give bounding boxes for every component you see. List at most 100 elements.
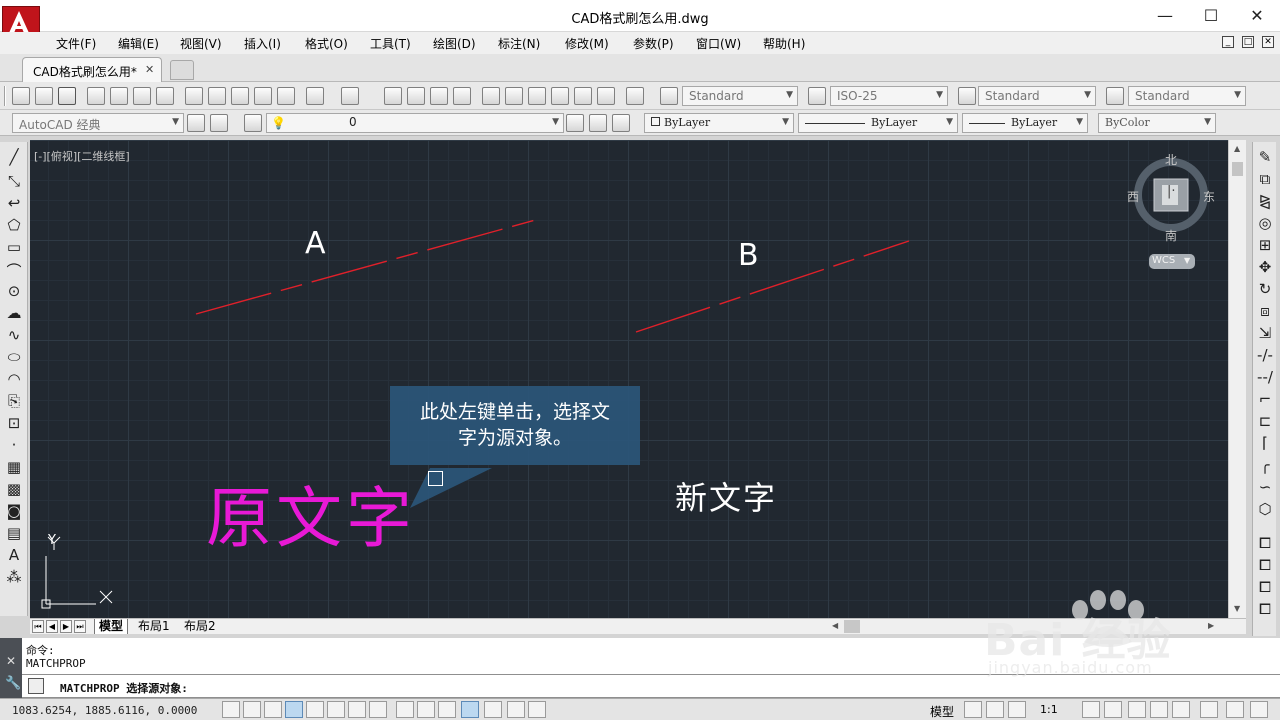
offset-icon[interactable]: ◎ bbox=[1256, 214, 1274, 232]
menu-parameters[interactable]: 参数(P) bbox=[633, 35, 674, 52]
toolbar-grip[interactable] bbox=[4, 86, 6, 106]
blend-curves-icon[interactable]: ∽ bbox=[1256, 478, 1274, 496]
quick-view-layouts-icon[interactable] bbox=[964, 701, 982, 718]
send-to-back-icon[interactable]: ⧠ bbox=[1256, 578, 1274, 596]
source-text-object[interactable]: 原文字 bbox=[206, 465, 416, 561]
compass-north[interactable]: 北 bbox=[1165, 151, 1177, 168]
menu-tools[interactable]: 工具(T) bbox=[370, 35, 411, 52]
add-selected-icon[interactable]: ⁂ bbox=[5, 568, 23, 586]
grid-display-toggle[interactable] bbox=[264, 701, 282, 718]
3d-object-snap-toggle[interactable] bbox=[348, 701, 366, 718]
layer-states-icon[interactable] bbox=[612, 114, 630, 132]
markup-icon[interactable] bbox=[574, 87, 592, 105]
ellipse-icon[interactable]: ⬭ bbox=[5, 348, 23, 366]
polar-tracking-toggle[interactable] bbox=[306, 701, 324, 718]
command-line[interactable]: MATCHPROP 选择源对象: bbox=[22, 674, 1280, 698]
close-button[interactable]: ✕ bbox=[1234, 2, 1280, 28]
spline-icon[interactable]: ∿ bbox=[5, 326, 23, 344]
target-text-object[interactable]: 新文字 bbox=[675, 473, 777, 519]
cursor-coordinates[interactable]: 1083.6254, 1885.6116, 0.0000 bbox=[12, 704, 197, 717]
isolate-objects-lightbulb-icon[interactable] bbox=[1200, 701, 1218, 718]
infer-constraints-toggle[interactable] bbox=[222, 701, 240, 718]
menu-dimension[interactable]: 标注(N) bbox=[498, 35, 540, 52]
tab-model[interactable]: 模型 bbox=[94, 619, 129, 634]
move-icon[interactable]: ✥ bbox=[1256, 258, 1274, 276]
polygon-icon[interactable]: ⬠ bbox=[5, 216, 23, 234]
ortho-mode-toggle[interactable] bbox=[285, 701, 303, 718]
text-style-icon[interactable] bbox=[660, 87, 678, 105]
copy-icon[interactable] bbox=[208, 87, 226, 105]
gradient-icon[interactable]: ▩ bbox=[5, 480, 23, 498]
match-properties-icon[interactable] bbox=[254, 87, 272, 105]
revision-cloud-icon[interactable]: ☁ bbox=[5, 304, 23, 322]
undo-icon[interactable] bbox=[306, 87, 324, 105]
annotation-monitor-toggle[interactable] bbox=[528, 701, 546, 718]
menu-view[interactable]: 视图(V) bbox=[180, 35, 222, 52]
polyline-icon[interactable]: ↩ bbox=[5, 194, 23, 212]
annotation-visibility-icon[interactable] bbox=[1082, 701, 1100, 718]
menu-edit[interactable]: 编辑(E) bbox=[118, 35, 159, 52]
line-icon[interactable]: ╱ bbox=[5, 148, 23, 166]
tab-layout2[interactable]: 布局2 bbox=[180, 619, 220, 634]
layer-properties-icon[interactable] bbox=[244, 114, 262, 132]
table-icon[interactable]: ▤ bbox=[5, 524, 23, 542]
zoom-previous-icon[interactable] bbox=[453, 87, 471, 105]
stretch-icon[interactable]: ⇲ bbox=[1256, 324, 1274, 342]
annotation-scale-select[interactable]: 1:1 bbox=[1040, 703, 1058, 716]
rectangle-icon[interactable]: ▭ bbox=[5, 238, 23, 256]
last-layout-icon[interactable]: ⏭ bbox=[74, 620, 86, 633]
minimize-button[interactable]: — bbox=[1142, 2, 1188, 28]
region-icon[interactable]: ◙ bbox=[5, 502, 23, 520]
selection-cycling-toggle[interactable] bbox=[507, 701, 525, 718]
compass-east[interactable]: 东 bbox=[1203, 188, 1215, 205]
multileader-style-select[interactable]: Standard ▼ bbox=[1128, 86, 1246, 106]
layer-select[interactable]: 💡 0 ▼ bbox=[266, 113, 564, 133]
workspace-switching-gear-icon[interactable] bbox=[1128, 701, 1146, 718]
design-center-icon[interactable] bbox=[505, 87, 523, 105]
cut-icon[interactable] bbox=[185, 87, 203, 105]
dashed-line-a[interactable] bbox=[195, 218, 540, 315]
block-editor-icon[interactable] bbox=[277, 87, 295, 105]
dimension-style-select[interactable]: ISO-25 ▼ bbox=[830, 86, 948, 106]
bring-above-icon[interactable]: ⧠ bbox=[1256, 600, 1274, 618]
snap-mode-toggle[interactable] bbox=[243, 701, 261, 718]
maximize-button[interactable]: ☐ bbox=[1188, 2, 1234, 28]
transparency-toggle[interactable] bbox=[461, 701, 479, 718]
draw-order-icon[interactable]: ⧠ bbox=[1256, 534, 1274, 552]
trim-icon[interactable]: -/- bbox=[1256, 346, 1274, 364]
help-icon[interactable] bbox=[626, 87, 644, 105]
make-current-layer-icon[interactable] bbox=[566, 114, 584, 132]
3d-dwf-icon[interactable] bbox=[156, 87, 174, 105]
zoom-window-icon[interactable] bbox=[430, 87, 448, 105]
properties-icon[interactable] bbox=[482, 87, 500, 105]
new-file-icon[interactable] bbox=[12, 87, 30, 105]
scroll-up-arrow-icon[interactable]: ▲ bbox=[1234, 144, 1240, 153]
pan-hand-icon[interactable] bbox=[384, 87, 402, 105]
mirror-icon[interactable]: ⧎ bbox=[1256, 192, 1274, 210]
dimension-style-icon[interactable] bbox=[808, 87, 826, 105]
multiline-text-icon[interactable]: A bbox=[5, 546, 23, 564]
drawing-canvas[interactable]: [-][俯视][二维线框] A B 北 西 东 南 WCS ▼ |· 原文字 新… bbox=[30, 140, 1228, 618]
linetype-control-select[interactable]: ByLayer ▼ bbox=[798, 113, 958, 133]
lineweight-control-select[interactable]: ByLayer ▼ bbox=[962, 113, 1088, 133]
tab-layout1[interactable]: 布局1 bbox=[134, 619, 174, 634]
break-icon[interactable]: ⌐ bbox=[1256, 390, 1274, 408]
horizontal-scrollbar[interactable]: ◀ ▶ bbox=[830, 620, 1220, 633]
dynamic-ucs-toggle[interactable] bbox=[396, 701, 414, 718]
insert-block-icon[interactable]: ⎘ bbox=[5, 392, 23, 410]
quick-view-drawings-icon[interactable] bbox=[986, 701, 1004, 718]
horizontal-scroll-thumb[interactable] bbox=[844, 620, 860, 633]
calculator-icon[interactable] bbox=[597, 87, 615, 105]
table-style-icon[interactable] bbox=[958, 87, 976, 105]
command-window-handle[interactable]: ✕ 🔧 bbox=[0, 638, 22, 698]
plotstyle-control-select[interactable]: ByColor ▼ bbox=[1098, 113, 1216, 133]
array-icon[interactable]: ⊞ bbox=[1256, 236, 1274, 254]
object-snap-toggle[interactable] bbox=[327, 701, 345, 718]
wcs-menu-button[interactable]: WCS bbox=[1152, 255, 1175, 266]
document-tab[interactable]: CAD格式刷怎么用* ✕ bbox=[22, 57, 162, 82]
text-style-select[interactable]: Standard ▼ bbox=[682, 86, 798, 106]
hardware-acceleration-icon[interactable] bbox=[1172, 701, 1190, 718]
save-icon[interactable] bbox=[58, 87, 76, 105]
print-icon[interactable] bbox=[87, 87, 105, 105]
multileader-style-icon[interactable] bbox=[1106, 87, 1124, 105]
